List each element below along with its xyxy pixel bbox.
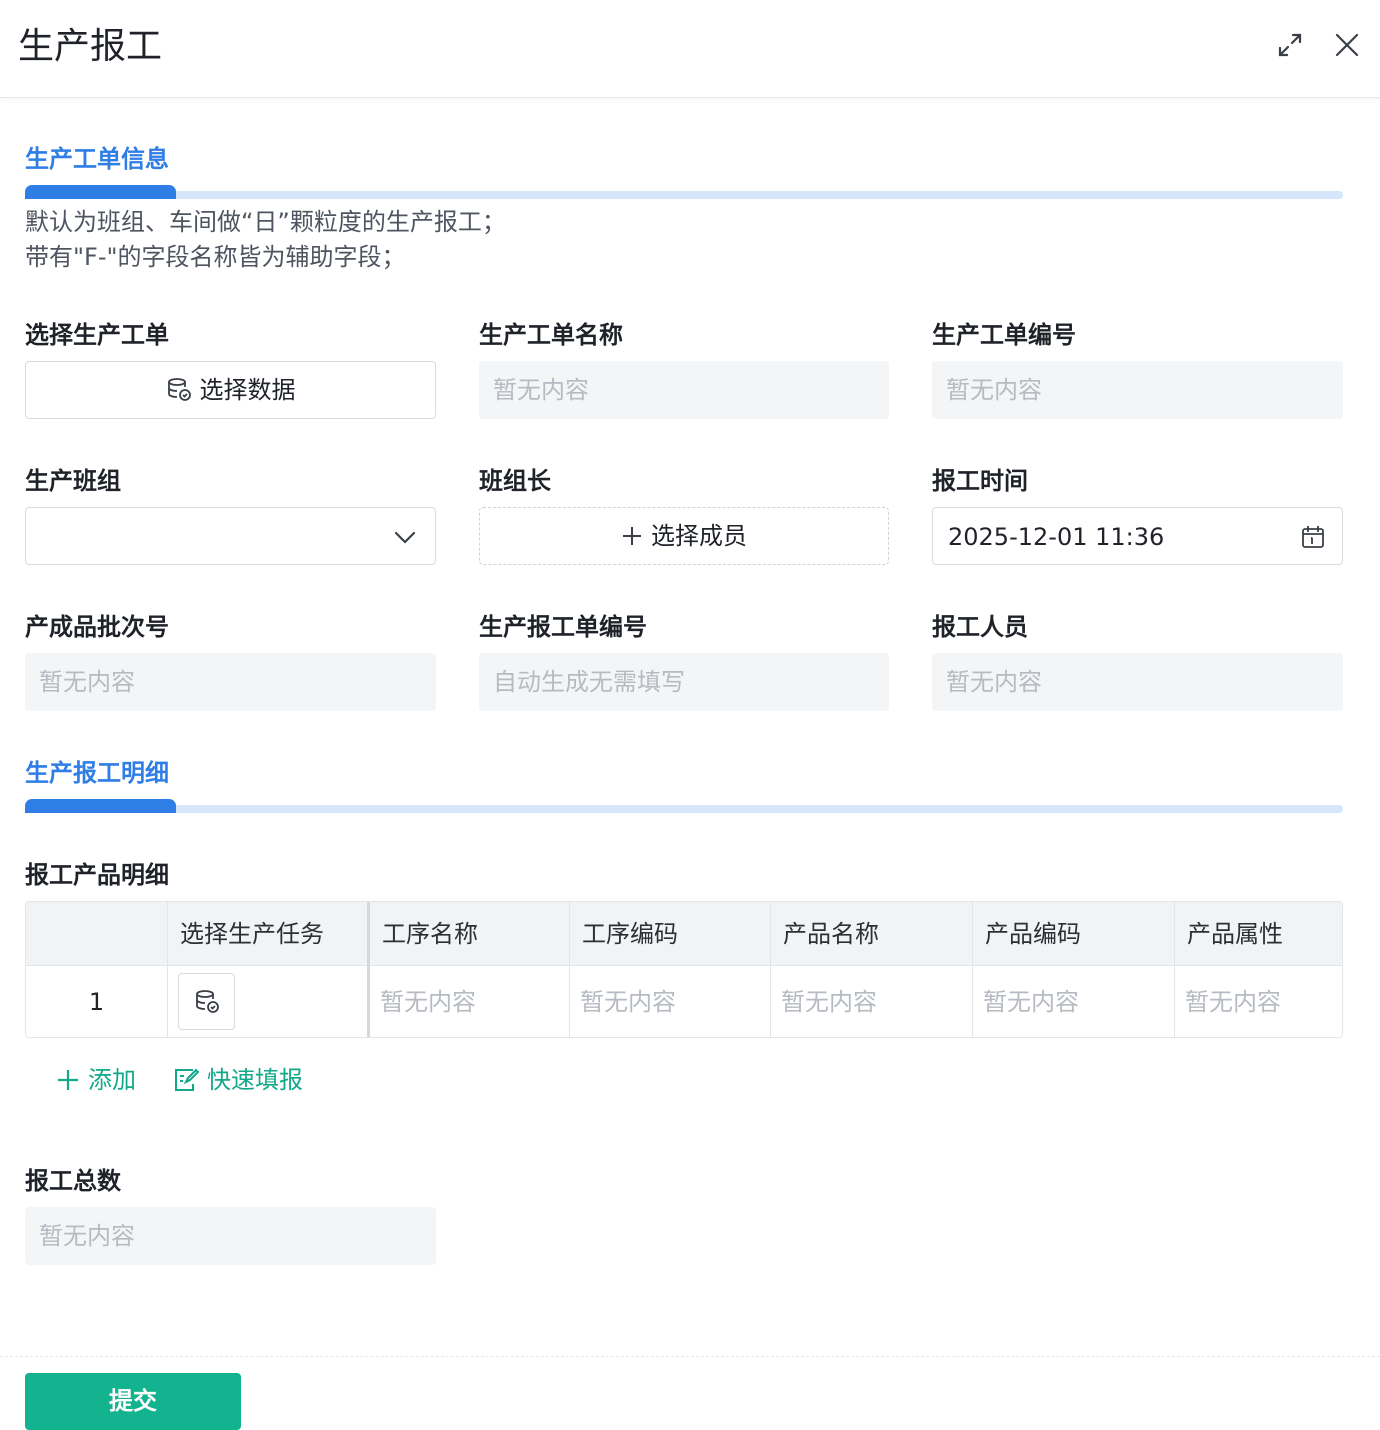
report-no-label: 生产报工单编号 xyxy=(479,613,647,641)
row-index: 1 xyxy=(88,988,105,1016)
section-title-order-info: 生产工单信息 xyxy=(25,145,169,173)
total-label: 报工总数 xyxy=(25,1167,121,1195)
expand-icon[interactable] xyxy=(1275,30,1305,60)
edit-list-icon xyxy=(175,1068,199,1091)
description-line: 默认为班组、车间做“日”颗粒度的生产报工； xyxy=(25,208,506,236)
column-header: 产品名称 xyxy=(770,902,972,966)
report-time-value: 2025-12-01 11:36 xyxy=(948,523,1165,551)
calendar-icon xyxy=(1302,526,1324,548)
section-description: 默认为班组、车间做“日”颗粒度的生产报工； 带有"F-"的字段名称皆为辅助字段； xyxy=(25,205,506,275)
table-header: 选择生产任务 工序名称 工序编码 产品名称 产品编码 产品属性 xyxy=(26,902,1342,966)
section-divider-accent xyxy=(25,799,176,813)
quick-fill-button[interactable]: 快速填报 xyxy=(173,1062,303,1098)
batch-no-label: 产成品批次号 xyxy=(25,613,169,641)
select-data-button[interactable]: 选择数据 xyxy=(25,361,436,419)
column-header: 产品属性 xyxy=(1174,902,1342,966)
column-header: 选择生产任务 xyxy=(167,902,367,966)
order-no-field: 暂无内容 xyxy=(932,361,1343,419)
team-label: 生产班组 xyxy=(25,467,121,495)
select-order-label: 选择生产工单 xyxy=(25,321,169,349)
add-row-button[interactable]: 添加 xyxy=(56,1062,136,1098)
select-member-label: 选择成员 xyxy=(651,522,747,550)
batch-no-field: 暂无内容 xyxy=(25,653,436,711)
quick-fill-label: 快速填报 xyxy=(207,1066,303,1094)
database-icon xyxy=(195,989,219,1013)
table-cell: 暂无内容 xyxy=(770,966,972,1037)
section-divider xyxy=(25,799,1343,813)
order-name-label: 生产工单名称 xyxy=(479,321,623,349)
dialog-title: 生产报工 xyxy=(18,26,163,67)
column-header: 产品编码 xyxy=(972,902,1174,966)
reporter-label: 报工人员 xyxy=(932,613,1028,641)
table-cell: 暂无内容 xyxy=(367,966,569,1037)
database-icon xyxy=(167,378,191,401)
select-data-label: 选择数据 xyxy=(199,376,296,404)
select-member-button[interactable]: 选择成员 xyxy=(479,507,889,565)
select-task-cell xyxy=(167,966,367,1037)
column-header-index xyxy=(26,902,167,966)
report-time-label: 报工时间 xyxy=(932,467,1028,495)
plus-icon xyxy=(623,527,641,545)
table-cell: 暂无内容 xyxy=(972,966,1174,1037)
plus-icon xyxy=(58,1070,78,1090)
table-cell: 暂无内容 xyxy=(569,966,770,1037)
table-cell: 暂无内容 xyxy=(1174,966,1342,1037)
dialog-header: 生产报工 xyxy=(0,0,1380,98)
column-header: 工序编码 xyxy=(569,902,770,966)
submit-button[interactable]: 提交 xyxy=(25,1373,241,1430)
footer-divider xyxy=(0,1356,1380,1357)
add-row-label: 添加 xyxy=(88,1066,136,1094)
team-select[interactable] xyxy=(25,507,436,565)
section-divider xyxy=(25,185,1343,199)
detail-table-label: 报工产品明细 xyxy=(25,861,169,889)
close-icon[interactable] xyxy=(1332,30,1362,60)
team-leader-label: 班组长 xyxy=(479,467,551,495)
report-time-picker[interactable]: 2025-12-01 11:36 xyxy=(932,507,1343,565)
chevron-down-icon xyxy=(394,531,416,544)
reporter-field: 暂无内容 xyxy=(932,653,1343,711)
section-title-report-detail: 生产报工明细 xyxy=(25,759,169,787)
column-header: 工序名称 xyxy=(367,902,569,966)
order-no-label: 生产工单编号 xyxy=(932,321,1076,349)
report-no-field: 自动生成无需填写 xyxy=(479,653,889,711)
order-name-field: 暂无内容 xyxy=(479,361,889,419)
description-line: 带有"F-"的字段名称皆为辅助字段； xyxy=(25,243,406,271)
total-field: 暂无内容 xyxy=(25,1207,436,1265)
select-task-button[interactable] xyxy=(178,973,235,1030)
detail-table: 选择生产任务 工序名称 工序编码 产品名称 产品编码 产品属性 1 暂无内容 暂… xyxy=(25,901,1343,1038)
section-divider-accent xyxy=(25,185,176,199)
